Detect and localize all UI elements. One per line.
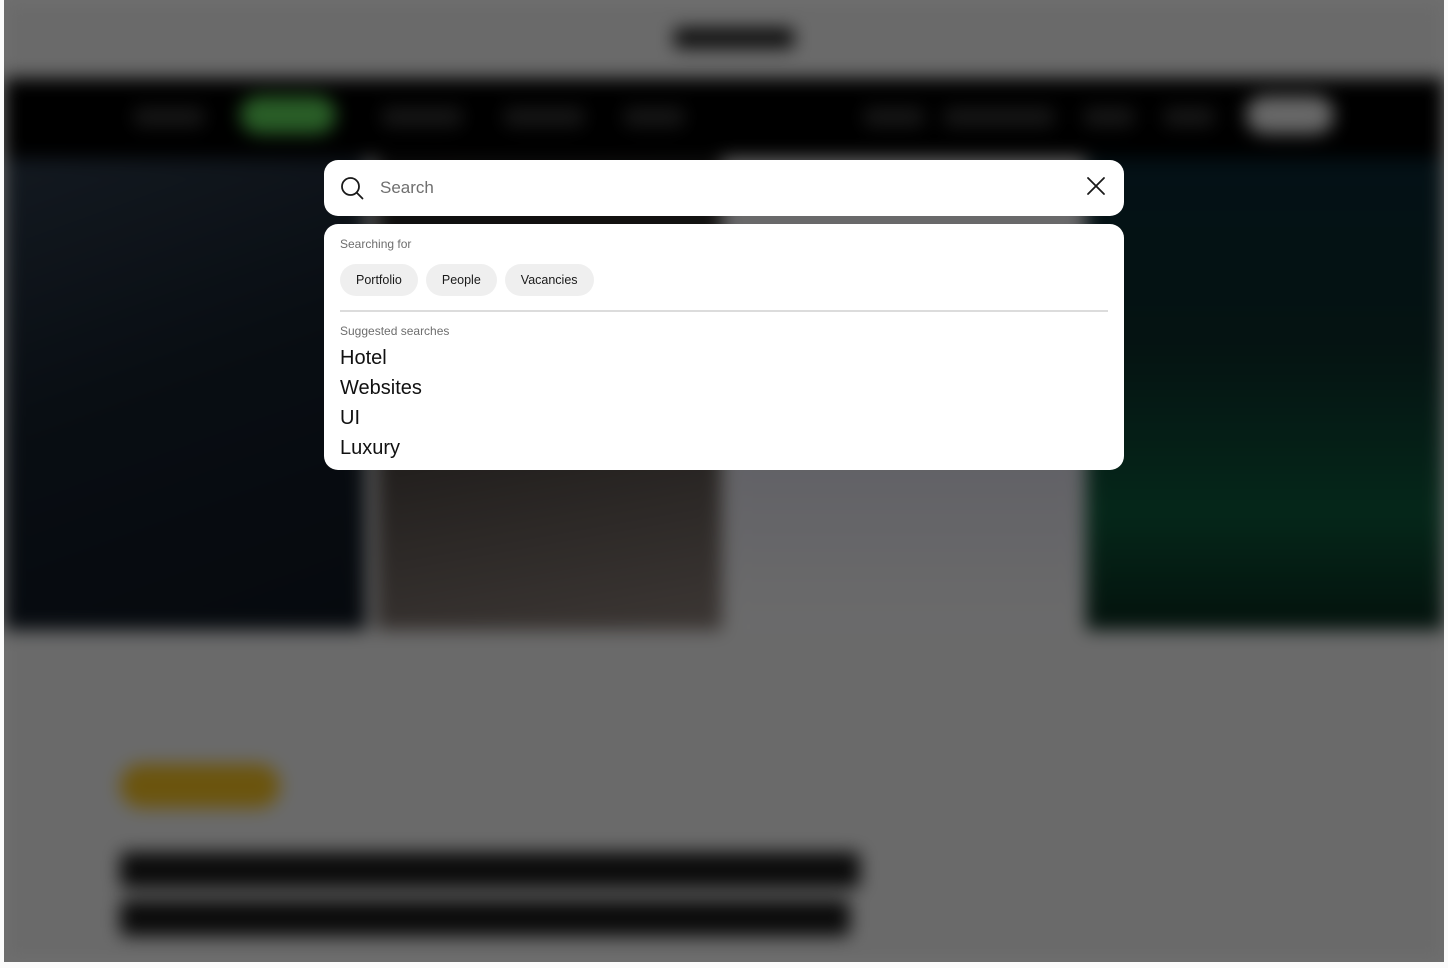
suggestion-websites[interactable]: Websites [340, 373, 422, 403]
modal-backdrop[interactable] [4, 0, 1444, 962]
window-edge [0, 962, 1448, 968]
suggestion-hotel[interactable]: Hotel [340, 343, 422, 373]
suggestion-luxury[interactable]: Luxury [340, 433, 422, 463]
filter-chip-portfolio[interactable]: Portfolio [340, 264, 418, 296]
window-edge [1444, 0, 1448, 968]
window-edge [0, 0, 4, 968]
suggestion-ui[interactable]: UI [340, 403, 422, 433]
search-bar [324, 160, 1124, 216]
suggested-searches-label: Suggested searches [340, 324, 450, 338]
search-dropdown: Searching for Portfolio People Vacancies… [324, 224, 1124, 470]
suggested-searches-list: Hotel Websites UI Luxury [340, 343, 422, 463]
searching-for-label: Searching for [340, 237, 412, 251]
search-input[interactable] [380, 160, 1070, 216]
filter-chip-vacancies[interactable]: Vacancies [504, 264, 594, 296]
filter-chip-people[interactable]: People [425, 264, 497, 296]
close-button[interactable] [1082, 174, 1110, 202]
search-icon [340, 176, 364, 200]
filter-chips: Portfolio People Vacancies [340, 264, 594, 296]
close-icon [1086, 176, 1106, 201]
divider [340, 310, 1108, 312]
